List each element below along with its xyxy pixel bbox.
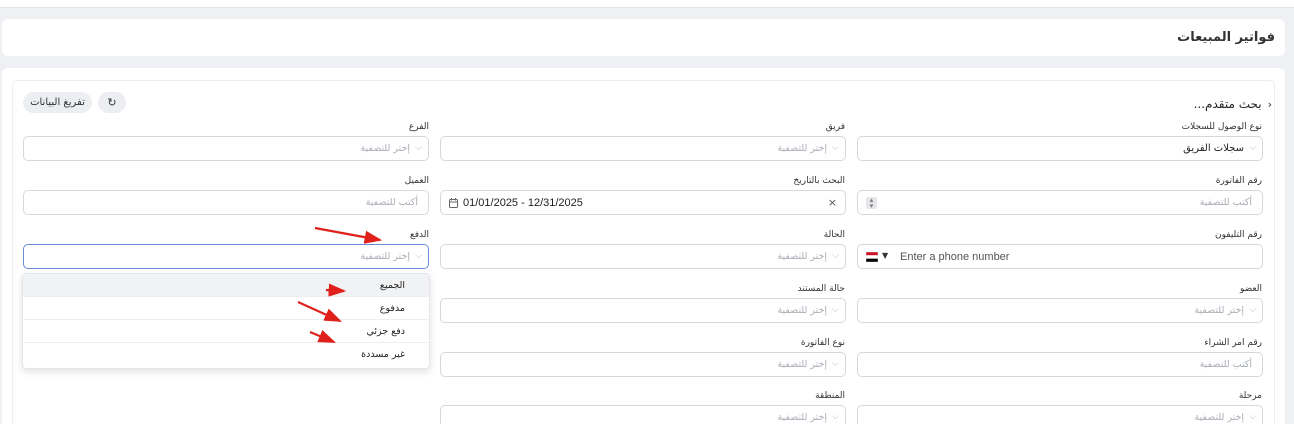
annotation-arrow [325, 283, 347, 297]
annotation-arrows [297, 226, 383, 344]
annotation-arrow [314, 226, 383, 244]
annotation-arrow [297, 300, 343, 323]
annotation-arrow [309, 329, 337, 344]
